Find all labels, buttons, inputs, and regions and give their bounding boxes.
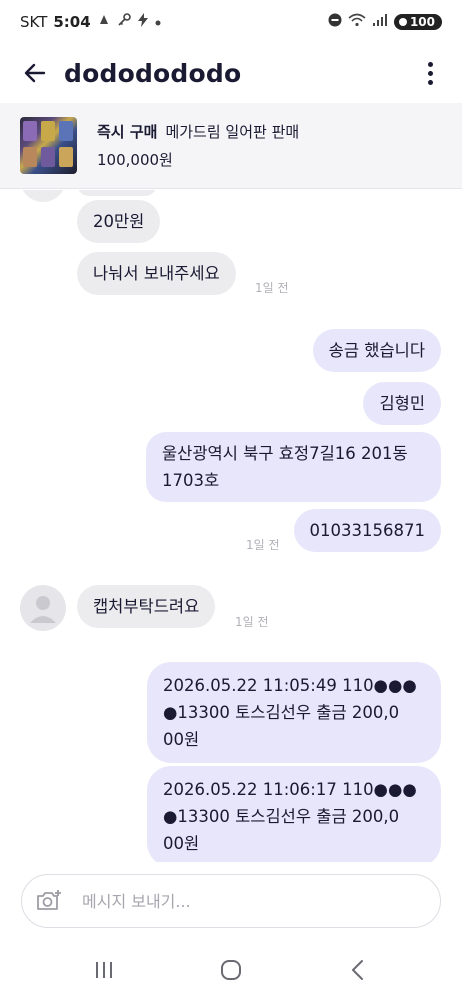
- product-info: 즉시 구매 메가드림 일어판 판매 100,000원: [97, 121, 299, 170]
- status-left: SKT 5:04: [20, 13, 161, 31]
- more-options-button[interactable]: [418, 58, 442, 88]
- message-bubble-outgoing: 01033156871: [293, 509, 441, 552]
- home-icon: [220, 960, 241, 980]
- chat-header: dodododo​do: [0, 44, 462, 102]
- arrow-left-icon: [24, 63, 46, 83]
- message-bubble: 나눠서 보내주세요: [77, 252, 236, 295]
- message-input[interactable]: [82, 891, 428, 911]
- message-bubble-outgoing: 울산광역시 북구 효정7길16 201동 1703호: [146, 432, 441, 502]
- dot-icon: [155, 15, 161, 30]
- notification-app-icon: [97, 13, 111, 31]
- back-button[interactable]: [20, 58, 50, 88]
- product-thumbnail: [20, 117, 77, 174]
- attach-photo-button[interactable]: [34, 886, 64, 916]
- user-avatar-icon: [30, 596, 56, 623]
- home-button[interactable]: [209, 948, 253, 992]
- message-composer: [21, 874, 441, 928]
- battery-indicator: 100: [393, 14, 442, 30]
- message-bubble-outgoing: 김형민: [363, 382, 441, 425]
- system-back-button[interactable]: [336, 948, 380, 992]
- battery-icon: [398, 18, 407, 26]
- wifi-icon: [348, 13, 366, 31]
- recents-button[interactable]: [82, 948, 126, 992]
- sender-avatar[interactable]: [20, 585, 66, 631]
- recents-icon: [95, 962, 112, 978]
- sender-avatar-cut: [20, 190, 66, 202]
- key-icon: [117, 13, 131, 31]
- product-price: 100,000원: [97, 151, 173, 169]
- carrier-label: SKT: [20, 13, 48, 31]
- message-bubble-outgoing: 송금 했습니다: [312, 329, 441, 372]
- message-bubble-outgoing: 2026.05.22 11:06:17 110●●● ●13300 토스김선우 …: [147, 766, 441, 862]
- message-bubble-outgoing: 2026.05.22 11:05:49 110●●● ●13300 토스김선우 …: [147, 662, 441, 763]
- camera-add-icon: [37, 890, 61, 910]
- message-timestamp: 1일 전: [255, 281, 289, 295]
- message-timestamp: 1일 전: [246, 538, 280, 552]
- chat-title: dodododo​do: [64, 58, 242, 88]
- status-bar: SKT 5:04 100: [0, 0, 462, 44]
- product-name: 메가드림 일어판 판매: [165, 123, 300, 141]
- message-list[interactable]: 20만원 나눠서 보내주세요 1일 전 송금 했습니다 김형민 울산광역시 북구…: [0, 190, 462, 862]
- status-right: 100: [328, 13, 442, 31]
- more-vertical-icon: [427, 61, 433, 67]
- message-bubble: 캡처부탁드려요: [77, 585, 216, 628]
- signal-icon: [372, 13, 388, 31]
- clock: 5:04: [53, 13, 91, 31]
- system-nav-bar: [0, 940, 462, 1000]
- message-bubble: 20만원: [77, 200, 161, 243]
- product-card[interactable]: 즉시 구매 메가드림 일어판 판매 100,000원: [0, 103, 462, 189]
- flash-icon: [137, 13, 149, 31]
- do-not-disturb-icon: [328, 13, 342, 31]
- message-bubble-cut: [77, 190, 157, 196]
- chevron-left-icon: [352, 960, 364, 980]
- message-timestamp: 1일 전: [235, 615, 269, 629]
- purchase-type-label: 즉시 구매: [97, 123, 158, 141]
- battery-level: 100: [409, 15, 435, 29]
